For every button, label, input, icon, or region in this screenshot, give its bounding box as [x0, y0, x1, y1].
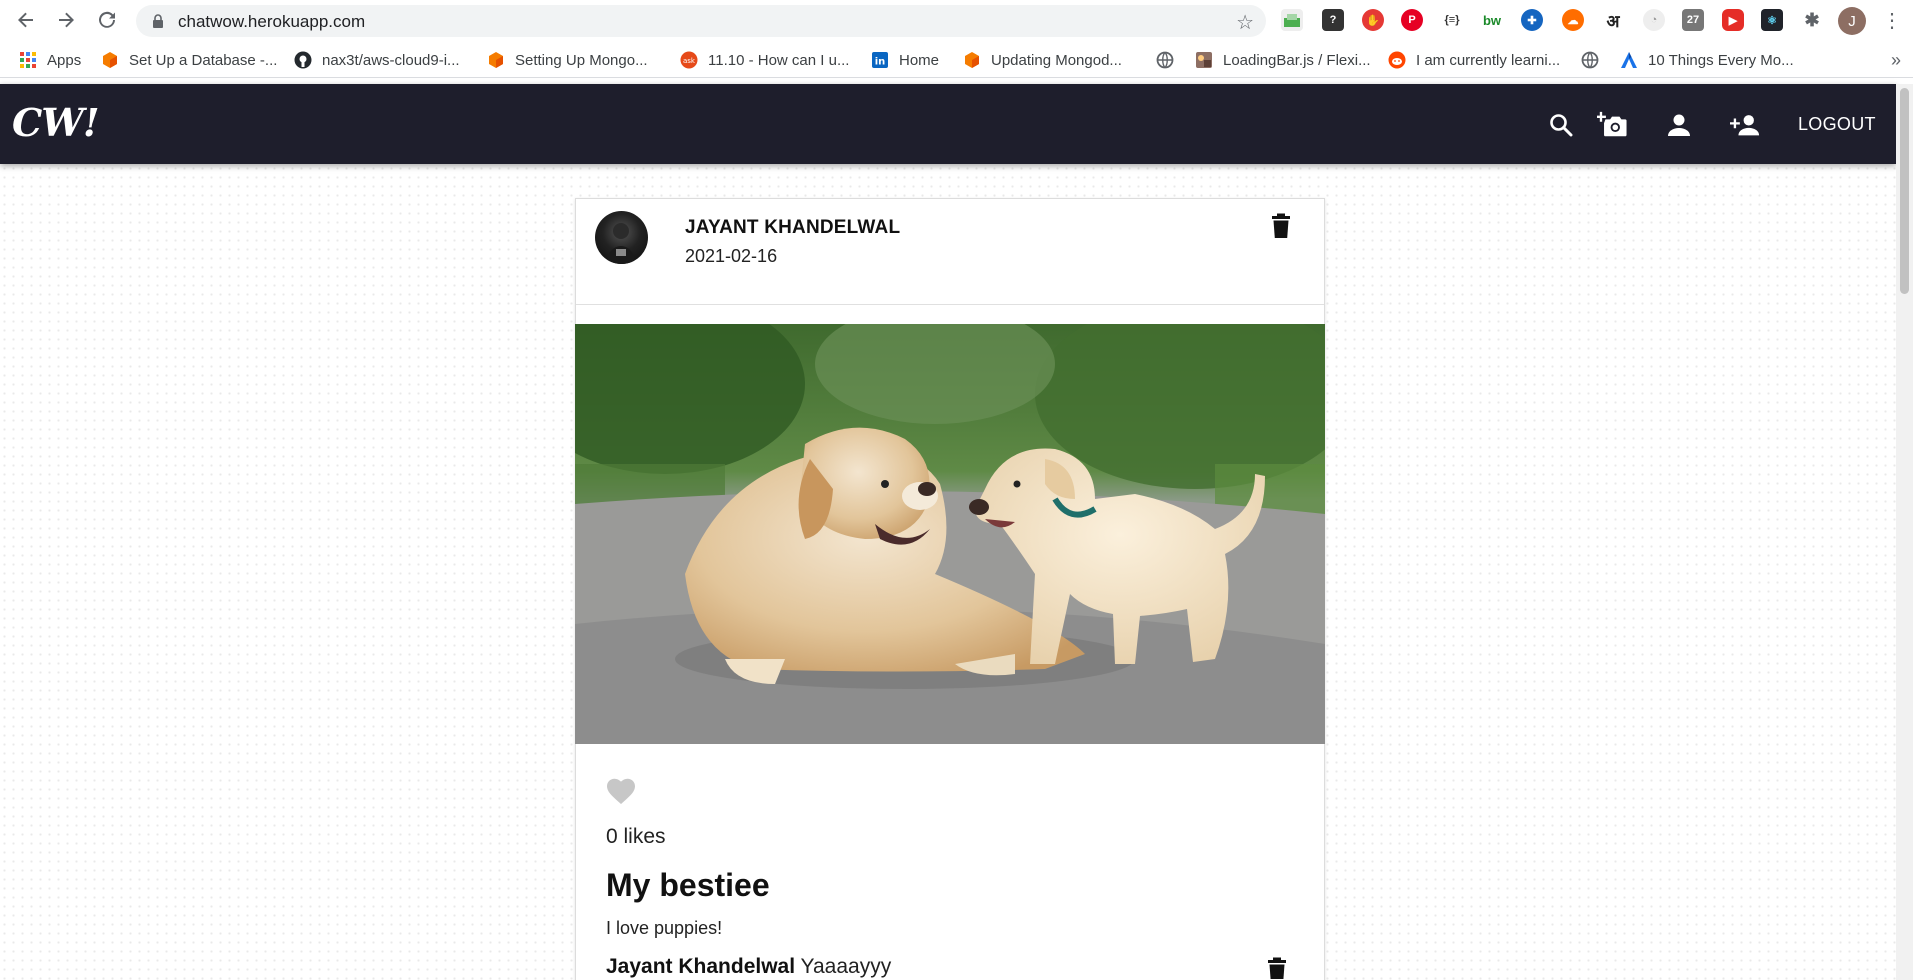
comment-author[interactable]: Jayant Khandelwal — [606, 955, 795, 978]
bookmark-item[interactable]: 10 Things Every Mo... — [1620, 50, 1794, 70]
bookmark-label: Updating Mongod... — [991, 51, 1122, 69]
extension-27-icon[interactable]: 27 — [1682, 9, 1704, 31]
post-caption: I love puppies! — [606, 918, 723, 938]
author-avatar[interactable] — [595, 211, 648, 264]
reddit-icon — [1388, 51, 1406, 69]
post-photo-dogs[interactable] — [575, 324, 1325, 744]
cube-orange-icon — [103, 52, 117, 68]
post-card: JAYANT KHANDELWAL 2021-02-16 0 likes My … — [575, 198, 1325, 980]
browser-menu-icon[interactable]: ⋮ — [1882, 8, 1902, 33]
delete-comment-trash-icon[interactable] — [1266, 957, 1288, 979]
bookmark-label: Setting Up Mongo... — [515, 51, 648, 69]
bookmark-item[interactable] — [1581, 50, 1609, 70]
bookmark-item[interactable]: nax3t/aws-cloud9-i... — [294, 50, 460, 70]
extension-orange-icon[interactable]: ☁ — [1562, 9, 1584, 31]
bookmark-item[interactable]: Updating Mongod... — [963, 50, 1122, 70]
comment-text: Yaaaayyy — [800, 955, 892, 978]
bookmark-label: I am currently learni... — [1416, 51, 1561, 69]
pinterest-icon[interactable]: P — [1401, 9, 1423, 31]
add-photo-icon[interactable] — [1597, 110, 1627, 140]
extension-dark-icon[interactable]: ? — [1322, 9, 1344, 31]
bookmarks-bar: Apps Set Up a Database -... nax3t/aws-cl… — [0, 42, 1913, 78]
back-arrow-icon[interactable] — [14, 8, 38, 32]
search-icon[interactable] — [1546, 110, 1576, 140]
bookmark-item[interactable] — [1156, 50, 1184, 70]
post-title: My bestiee — [606, 867, 770, 903]
extension-adblock-icon[interactable]: ✋ — [1362, 9, 1384, 31]
apps-grid-icon — [20, 52, 36, 68]
extension-inbox-icon[interactable] — [1281, 9, 1303, 31]
forward-arrow-icon[interactable] — [54, 8, 78, 32]
delete-post-trash-icon[interactable] — [1270, 213, 1292, 239]
post-header: JAYANT KHANDELWAL 2021-02-16 — [576, 199, 1324, 305]
svg-text:ask: ask — [683, 57, 696, 65]
profile-avatar[interactable]: J — [1838, 7, 1866, 35]
brand-logo[interactable]: CW! — [12, 100, 100, 145]
page-scrollbar[interactable] — [1896, 84, 1913, 980]
bookmark-item[interactable]: Setting Up Mongo... — [487, 50, 648, 70]
lock-icon — [153, 14, 163, 28]
extension-blue-icon[interactable]: ✚ — [1521, 9, 1543, 31]
site-icon — [1196, 52, 1212, 68]
profile-person-icon[interactable] — [1664, 110, 1694, 140]
post-date: 2021-02-16 — [685, 246, 778, 266]
react-devtools-icon[interactable]: ⚛ — [1761, 9, 1783, 31]
bookmark-item[interactable]: in Home — [871, 50, 939, 70]
bookmark-label: 11.10 - How can I u... — [708, 51, 850, 69]
url-text: chatwow.herokuapp.com — [178, 12, 366, 31]
logout-button[interactable]: LOGOUT — [1798, 114, 1876, 135]
json-viewer-icon[interactable]: {≡} — [1441, 9, 1463, 31]
linkedin-icon: in — [872, 52, 888, 68]
youtube-icon[interactable]: ▶ — [1722, 9, 1744, 31]
globe-icon — [1156, 51, 1174, 69]
bookmark-label: LoadingBar.js / Flexi... — [1223, 51, 1371, 69]
arch-icon — [1621, 52, 1637, 68]
hindi-extension-icon[interactable]: अ — [1602, 9, 1624, 31]
add-user-icon[interactable] — [1730, 110, 1760, 140]
bookmark-item[interactable]: LoadingBar.js / Flexi... — [1195, 50, 1371, 70]
github-icon — [294, 51, 312, 69]
bookmark-item[interactable]: ask 11.10 - How can I u... — [680, 50, 849, 70]
bookmark-label: Home — [899, 51, 940, 69]
extension-clock-icon[interactable]: ◔ — [1643, 9, 1665, 31]
ask-icon: ask — [680, 51, 698, 69]
bw-extension-icon[interactable]: bw — [1481, 9, 1503, 31]
bookmark-label: 10 Things Every Mo... — [1648, 51, 1794, 69]
post-author-name[interactable]: JAYANT KHANDELWAL — [685, 217, 900, 239]
app-navbar: CW! LOGOUT — [0, 84, 1896, 164]
globe-icon — [1581, 51, 1599, 69]
browser-toolbar: chatwow.herokuapp.com ☆ ? ✋ P {≡} bw ✚ ☁… — [0, 0, 1913, 42]
scrollbar-thumb[interactable] — [1900, 88, 1909, 294]
cube-orange-icon — [965, 52, 979, 68]
bookmark-apps[interactable]: Apps — [19, 50, 81, 70]
extensions-puzzle-icon[interactable]: ✱ — [1801, 9, 1823, 31]
bookmark-star-icon[interactable]: ☆ — [1236, 10, 1254, 35]
likes-count: 0 likes — [606, 825, 666, 848]
like-heart-icon[interactable] — [606, 777, 636, 805]
svg-text:in: in — [875, 57, 886, 68]
bookmark-label: Set Up a Database -... — [129, 51, 278, 69]
more-bookmarks-icon[interactable]: » — [1891, 50, 1901, 71]
bookmark-item[interactable]: Set Up a Database -... — [101, 50, 277, 70]
cube-orange-icon — [489, 52, 503, 68]
comment-item: Jayant Khandelwal Yaaaayyy — [606, 955, 891, 979]
reload-icon[interactable] — [95, 8, 119, 32]
address-bar[interactable]: chatwow.herokuapp.com ☆ — [136, 5, 1266, 37]
bookmark-label: nax3t/aws-cloud9-i... — [322, 51, 460, 69]
bookmark-label: Apps — [47, 51, 82, 69]
bookmark-item[interactable]: I am currently learni... — [1388, 50, 1560, 70]
